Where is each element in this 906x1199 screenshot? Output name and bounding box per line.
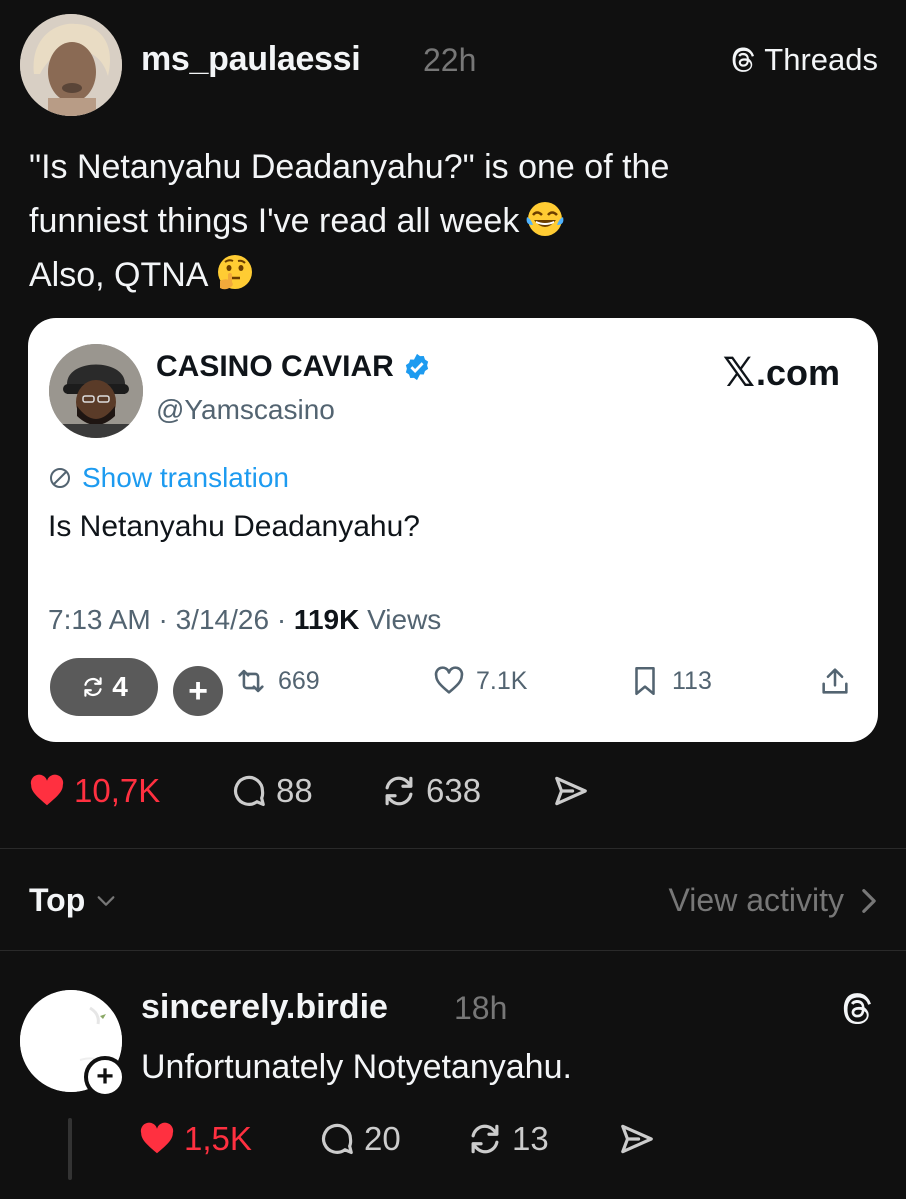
avatar-photo: [20, 14, 122, 116]
embedded-x-post[interactable]: CASINO CAVIAR @Yamscasino 𝕏 .com Show tr…: [28, 318, 878, 742]
reply-text: Unfortunately Notyetanyahu.: [141, 1048, 572, 1086]
heart-filled-icon: [30, 774, 64, 806]
repost-button[interactable]: 638: [380, 772, 481, 810]
post-time: 22h: [423, 42, 477, 78]
divider: [0, 950, 906, 951]
reply-time: 18h: [454, 990, 508, 1026]
x-like-count: 7.1K: [476, 666, 528, 695]
repost-icon: [385, 776, 413, 806]
x-retweet-count: 669: [278, 666, 320, 695]
post-text-line-1: "Is Netanyahu Deadanyahu?" is one of the: [29, 148, 670, 186]
x-views-label: Views: [359, 604, 442, 635]
share-upload-icon: [822, 668, 848, 694]
x-avatar-photo: [49, 344, 143, 438]
view-activity-link[interactable]: View activity: [669, 882, 878, 919]
share-button[interactable]: [552, 772, 590, 810]
x-post-timestamp: 7:13 AM · 3/14/26 ·: [48, 604, 294, 635]
chevron-down-icon: [97, 895, 115, 906]
reply-comment-button[interactable]: 20: [318, 1120, 401, 1158]
repost-icon: [471, 1124, 499, 1154]
retweet-icon: [238, 669, 264, 693]
x-post-text: Is Netanyahu Deadanyahu?: [48, 510, 420, 543]
x-logo-icon: 𝕏: [722, 351, 755, 395]
comment-bubble-icon: [321, 1123, 353, 1155]
x-source-link[interactable]: 𝕏 .com: [723, 350, 840, 396]
threads-badge[interactable]: Threads: [728, 42, 878, 78]
x-share-button[interactable]: [818, 664, 852, 698]
send-share-icon: [555, 776, 587, 806]
x-action-bar: 4 + 669 7.1K 113: [28, 658, 878, 718]
reply-like-button[interactable]: 1,5K: [138, 1120, 252, 1158]
reply-like-count: 1,5K: [184, 1120, 252, 1157]
show-translation-link[interactable]: Show translation: [48, 462, 289, 494]
x-like-button[interactable]: 7.1K: [432, 664, 527, 698]
post-text-line-3-wrap: Also, QTNA: [29, 248, 879, 302]
comment-bubble-icon: [233, 775, 265, 807]
x-author-avatar[interactable]: [49, 344, 143, 438]
sort-label: Top: [29, 882, 86, 918]
x-source-domain: .com: [755, 352, 840, 393]
reply-repost-button[interactable]: 13: [466, 1120, 549, 1158]
threads-logo-icon: [732, 47, 755, 72]
author-avatar[interactable]: [20, 14, 122, 116]
show-translation-label: Show translation: [82, 462, 290, 493]
tears-of-joy-emoji-icon: [526, 202, 564, 236]
repost-count: 638: [426, 772, 482, 809]
follow-plus-button[interactable]: +: [84, 1056, 126, 1098]
x-views-count: 119K: [293, 604, 360, 635]
post-text-line-2-wrap: funniest things I've read all week: [29, 194, 879, 248]
x-author-name[interactable]: CASINO CAVIAR: [156, 350, 432, 384]
x-author-handle[interactable]: @Yamscasino: [156, 394, 335, 426]
x-bookmark-count: 113: [672, 666, 712, 695]
repost-icon: [84, 677, 102, 697]
author-username[interactable]: ms_paulaessi: [141, 40, 361, 79]
comment-button[interactable]: 88: [230, 772, 313, 810]
post-text-line-3: Also, QTNA: [29, 256, 209, 294]
reply-username[interactable]: sincerely.birdie: [141, 988, 388, 1027]
post-text: "Is Netanyahu Deadanyahu?" is one of the…: [29, 140, 879, 302]
chevron-right-icon: [862, 888, 876, 913]
comment-count: 88: [276, 772, 313, 809]
threads-label: Threads: [764, 42, 878, 77]
reply-repost-count: 13: [512, 1120, 549, 1157]
thread-connector-line: [68, 1118, 72, 1180]
view-activity-label: View activity: [668, 882, 844, 918]
x-bookmark-button[interactable]: 113: [628, 664, 712, 698]
quote-count-pill[interactable]: 4: [50, 658, 158, 716]
heart-outline-icon: [434, 666, 464, 694]
like-button[interactable]: 10,7K: [28, 772, 160, 810]
sort-dropdown[interactable]: Top: [29, 882, 117, 919]
quote-count: 4: [112, 671, 128, 702]
add-quote-button[interactable]: +: [173, 666, 223, 716]
bookmark-icon: [635, 666, 655, 696]
reply-action-bar: 1,5K 20 13: [138, 1120, 738, 1166]
x-author-name-text: CASINO CAVIAR: [156, 350, 394, 383]
threads-logo-icon: [843, 993, 871, 1025]
like-count: 10,7K: [74, 772, 161, 809]
x-retweet-button[interactable]: 669: [234, 664, 320, 698]
thinking-face-emoji-icon: [218, 255, 253, 290]
heart-filled-icon: [140, 1122, 174, 1154]
translate-globe-icon: [50, 468, 70, 488]
reply-share-button[interactable]: [618, 1120, 656, 1158]
post-action-bar: 10,7K 88 638: [28, 772, 728, 822]
divider: [0, 848, 906, 849]
send-share-icon: [621, 1124, 653, 1154]
verified-badge-icon: [405, 353, 428, 381]
post-text-line-2: funniest things I've read all week: [29, 202, 520, 240]
reply-comment-count: 20: [364, 1120, 401, 1157]
x-post-meta: 7:13 AM · 3/14/26 · 119K Views: [48, 604, 441, 636]
